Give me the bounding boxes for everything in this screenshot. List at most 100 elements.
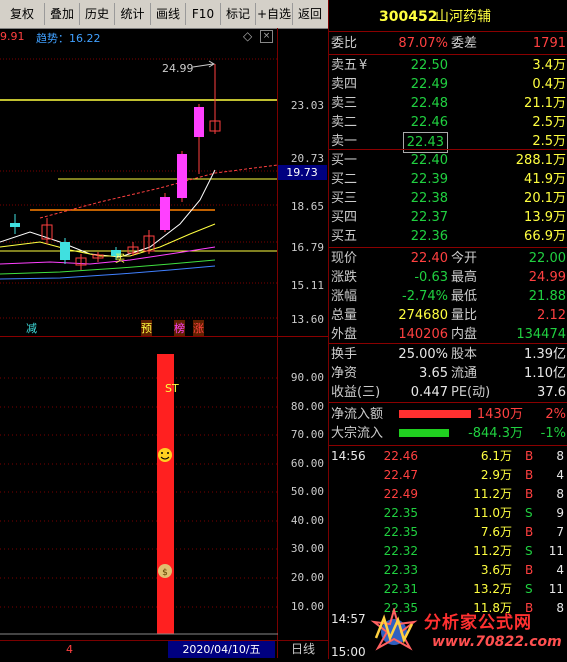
ask-row[interactable]: 卖五 ¥22.50 3.4万 xyxy=(329,56,567,75)
fuquan-button[interactable]: 复权 xyxy=(0,3,45,25)
reduce-marker: 减 xyxy=(26,322,37,335)
stat-label: 流通 xyxy=(451,366,478,381)
kline-chart[interactable]: 9.91 趋势：16.22 ◇ × 24.99 买 23.03 20.73 19… xyxy=(0,28,328,640)
stat-value: 25.00% xyxy=(398,347,448,362)
tick-count: 4 xyxy=(556,563,564,577)
candles xyxy=(10,64,221,270)
bid-volume: 20.1万 xyxy=(524,191,566,206)
add-favorite-button[interactable]: +自选 xyxy=(256,3,293,25)
flow-row: 净流入额 1430万 2% xyxy=(329,405,567,424)
quote-value: 22.40 xyxy=(410,251,448,266)
tick-price: 22.31 xyxy=(383,582,418,596)
chart-toolbar: 复权 叠加 历史 统计 画线 F10 标记 +自选 返回 xyxy=(0,0,328,29)
flow-percent: -1% xyxy=(540,426,566,441)
y-label: 23.03 xyxy=(290,99,324,112)
period-tab[interactable]: 日线 xyxy=(277,641,328,658)
ask-price: 22.50 xyxy=(410,58,448,73)
ask-row[interactable]: 卖四 22.49 0.4万 xyxy=(329,75,567,94)
indicator-plot: $ xyxy=(0,354,278,635)
tick-row[interactable]: 22.47 2.9万 B 4 xyxy=(329,466,567,485)
stock-code: 300452 xyxy=(379,9,438,25)
quote-value: -0.63 xyxy=(414,270,448,285)
tick-row[interactable]: 22.33 3.6万 B 4 xyxy=(329,561,567,580)
y-label: 15.11 xyxy=(290,279,324,292)
diamond-icon[interactable]: ◇ xyxy=(243,29,252,43)
rise-marker: 涨 xyxy=(193,320,204,336)
bid-row[interactable]: 买四 22.37 13.9万 xyxy=(329,208,567,227)
quote-value: 22.00 xyxy=(528,251,566,266)
y-label: 30.00 xyxy=(290,542,324,555)
quote-label: 最低 xyxy=(451,289,478,304)
tick-row[interactable]: 22.49 11.2万 B 8 xyxy=(329,485,567,504)
quote-label: 内盘 xyxy=(451,327,478,342)
overlay-button[interactable]: 叠加 xyxy=(45,3,80,25)
high-price-callout: 24.99 xyxy=(162,62,194,75)
bid-price: 22.40 xyxy=(410,153,448,168)
tick-side: S xyxy=(525,544,533,558)
stat-row: 净资 3.65 流通 1.10亿 xyxy=(329,364,567,383)
history-button[interactable]: 历史 xyxy=(80,3,115,25)
stat-value: 0.447 xyxy=(410,385,448,400)
buy-marker: 买 xyxy=(115,254,125,265)
stat-label: 净资 xyxy=(331,366,358,381)
ask-price: 22.49 xyxy=(410,77,448,92)
tick-row[interactable]: 22.35 7.6万 B 7 xyxy=(329,523,567,542)
mark-button[interactable]: 标记 xyxy=(221,3,256,25)
tick-row[interactable]: 22.35 11.0万 S 9 xyxy=(329,504,567,523)
stat-label: 收益(三) xyxy=(331,385,381,400)
ask-volume: 21.1万 xyxy=(524,96,566,111)
bid-row[interactable]: 买五 22.36 66.9万 xyxy=(329,227,567,246)
st-label: ST xyxy=(165,382,179,395)
quote-row: 现价 22.40 今开 22.00 xyxy=(329,249,567,268)
bid-label: 买三 xyxy=(331,191,358,206)
ask-volume: 2.5万 xyxy=(532,115,566,130)
weicha-label: 委差 xyxy=(451,36,478,51)
tick-count: 7 xyxy=(556,525,564,539)
tick-price: 22.46 xyxy=(383,449,418,463)
ask-row[interactable]: 卖三 22.48 21.1万 xyxy=(329,94,567,113)
tick-price: 22.35 xyxy=(383,525,418,539)
y-label: 50.00 xyxy=(290,485,324,498)
y-label: 90.00 xyxy=(290,371,324,384)
bid-label: 买一 xyxy=(331,153,358,168)
tick-price: 22.33 xyxy=(383,563,418,577)
y-label: 20.73 xyxy=(290,152,324,165)
statistics-button[interactable]: 统计 xyxy=(115,3,151,25)
stat-label: 换手 xyxy=(331,347,358,362)
ask-price: 22.46 xyxy=(410,115,448,130)
quote-label: 外盘 xyxy=(331,327,358,342)
quote-panel: 300452 山河药辅 委比 87.07% 委差 1791 卖五 ¥22.50 3.… xyxy=(328,0,567,659)
tick-side: B xyxy=(525,525,534,539)
smile-icon xyxy=(158,448,172,462)
logo-icon xyxy=(370,608,418,651)
ask-label: 卖三 xyxy=(331,96,358,111)
flow-label: 大宗流入 xyxy=(331,426,384,441)
quote-value: -2.74% xyxy=(402,289,448,304)
draw-line-button[interactable]: 画线 xyxy=(151,3,186,25)
tick-row[interactable]: 22.31 13.2万 S 11 xyxy=(329,580,567,599)
tick-count: 8 xyxy=(556,449,564,463)
weicha-value: 1791 xyxy=(532,36,566,51)
ask-volume: 0.4万 xyxy=(532,77,566,92)
tick-row[interactable]: 14:56 22.46 6.1万 B 8 xyxy=(329,447,567,466)
f10-button[interactable]: F10 xyxy=(186,3,221,25)
flow-row: 大宗流入 -844.3万 -1% xyxy=(329,424,567,443)
tick-side: B xyxy=(525,487,534,501)
quote-label: 现价 xyxy=(331,251,358,266)
y-label: 20.00 xyxy=(290,571,324,584)
ask-row[interactable]: 卖二 22.46 2.5万 xyxy=(329,113,567,132)
bid-row[interactable]: 买二 22.39 41.9万 xyxy=(329,170,567,189)
quote-value: 21.88 xyxy=(528,289,566,304)
tick-side: S xyxy=(525,582,533,596)
bid-row[interactable]: 买一 22.40 288.1万 xyxy=(329,151,567,170)
signal-bar xyxy=(157,354,174,634)
candlestick-plot xyxy=(0,58,278,319)
bid-row[interactable]: 买三 22.38 20.1万 xyxy=(329,189,567,208)
tick-row[interactable]: 22.32 11.2万 S 11 xyxy=(329,542,567,561)
tick-volume: 6.1万 xyxy=(480,449,512,463)
flow-percent: 2% xyxy=(545,407,566,422)
back-button[interactable]: 返回 xyxy=(293,3,327,25)
quote-value: 134474 xyxy=(516,327,566,342)
tick-volume: 13.2万 xyxy=(473,582,512,596)
bid-price: 22.36 xyxy=(410,229,448,244)
